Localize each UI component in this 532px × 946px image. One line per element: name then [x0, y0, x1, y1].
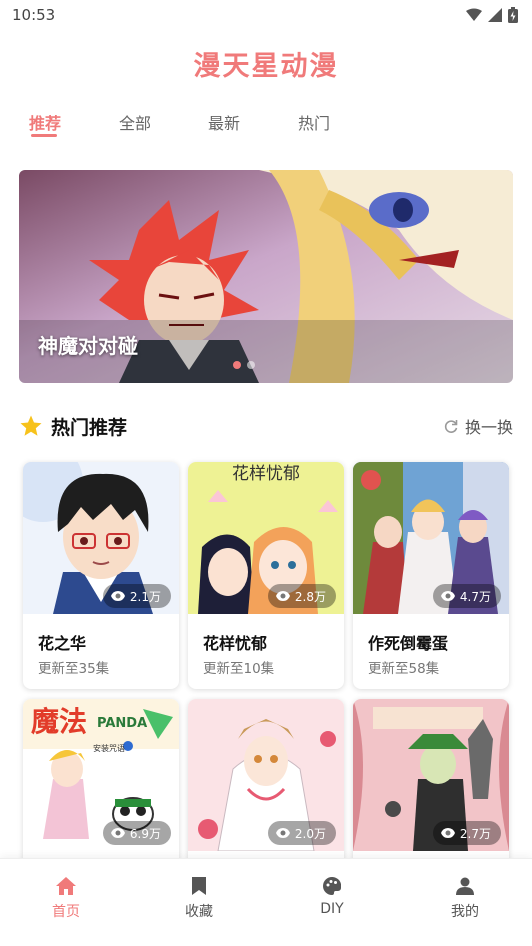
eye-icon — [110, 591, 125, 601]
nav-label: 收藏 — [185, 904, 213, 920]
banner-dot[interactable] — [247, 361, 255, 369]
status-icons — [466, 7, 518, 23]
cover-subtitle-text: PANDA — [97, 716, 147, 731]
banner-title: 神魔对对碰 — [38, 334, 138, 358]
view-count-badge: 4.7万 — [432, 584, 501, 608]
status-bar: 10:53 — [0, 0, 532, 30]
user-icon — [456, 877, 474, 895]
comic-card[interactable]: 4.7万 作死倒霉蛋 更新至58集 — [353, 462, 509, 689]
cover-title-text: 花样忧郁 — [232, 464, 300, 484]
tab-hot[interactable]: 热门 — [298, 110, 330, 134]
bookmark-icon — [192, 877, 206, 895]
app-title: 漫天星动漫 — [193, 51, 339, 82]
view-count-badge: 2.8万 — [267, 584, 336, 608]
eye-icon — [275, 828, 290, 838]
cover-caption-text: 安装咒语 — [93, 743, 125, 753]
home-icon — [56, 877, 76, 895]
tab-recommend[interactable]: 推荐 — [29, 110, 62, 137]
nav-label: 首页 — [52, 904, 80, 920]
nav-diy[interactable]: DIY — [292, 877, 372, 917]
tab-label: 推荐 — [29, 114, 62, 133]
banner-indicator — [233, 361, 255, 369]
view-count: 2.1万 — [129, 589, 161, 604]
comic-update-status: 更新至35集 — [38, 661, 110, 677]
refresh-icon — [444, 420, 458, 433]
eye-icon — [440, 828, 455, 838]
view-count: 6.9万 — [129, 826, 161, 841]
hot-section-header: 热门推荐 换一换 — [19, 410, 513, 442]
comic-update-status: 更新至10集 — [203, 661, 275, 677]
view-count: 4.7万 — [459, 589, 491, 604]
nav-home[interactable]: 首页 — [26, 877, 106, 921]
comic-title: 作死倒霉蛋 — [368, 634, 449, 653]
banner-dot[interactable] — [233, 361, 241, 369]
nav-favorites[interactable]: 收藏 — [159, 877, 239, 921]
view-count: 2.8万 — [294, 589, 326, 604]
section-title-group: 热门推荐 — [19, 413, 127, 440]
tab-all[interactable]: 全部 — [119, 110, 151, 134]
nav-label: DIY — [320, 901, 344, 917]
tab-label: 全部 — [119, 114, 152, 133]
comic-card[interactable]: 2.1万 花之华 更新至35集 — [23, 462, 179, 689]
view-count-badge: 2.7万 — [432, 821, 501, 845]
comic-title: 花之华 — [38, 634, 87, 653]
nav-profile[interactable]: 我的 — [425, 877, 505, 921]
refresh-label: 换一换 — [464, 418, 513, 437]
battery-icon — [508, 7, 518, 23]
signal-icon — [488, 8, 502, 22]
view-count-badge: 2.0万 — [267, 821, 336, 845]
tab-bar: 推荐 全部 最新 热门 — [0, 110, 532, 140]
view-count: 2.7万 — [459, 826, 491, 841]
tab-label: 热门 — [298, 114, 331, 133]
tab-active-indicator — [31, 134, 57, 137]
cover-title-text: 魔法 — [31, 705, 87, 738]
tab-label: 最新 — [208, 114, 241, 133]
view-count: 2.0万 — [294, 826, 326, 841]
refresh-button[interactable]: 换一换 — [443, 414, 513, 438]
section-title: 热门推荐 — [51, 416, 128, 439]
tab-latest[interactable]: 最新 — [208, 110, 240, 134]
status-time: 10:53 — [12, 6, 56, 24]
view-count-badge: 2.1万 — [102, 584, 171, 608]
comic-title: 花样忧郁 — [203, 634, 268, 653]
star-icon — [20, 415, 42, 436]
palette-icon — [323, 877, 341, 895]
view-count-badge: 6.9万 — [102, 821, 171, 845]
comic-card[interactable]: 花样忧郁 2.8万 花样忧郁 更新至10集 — [188, 462, 344, 689]
eye-icon — [440, 591, 455, 601]
nav-label: 我的 — [451, 904, 479, 920]
banner-carousel[interactable]: 神魔对对碰 — [19, 170, 513, 383]
comic-update-status: 更新至58集 — [368, 661, 440, 677]
eye-icon — [275, 591, 290, 601]
bottom-nav: 首页 收藏 DIY 我的 — [0, 858, 532, 946]
wifi-icon — [466, 8, 482, 21]
eye-icon — [110, 828, 125, 838]
